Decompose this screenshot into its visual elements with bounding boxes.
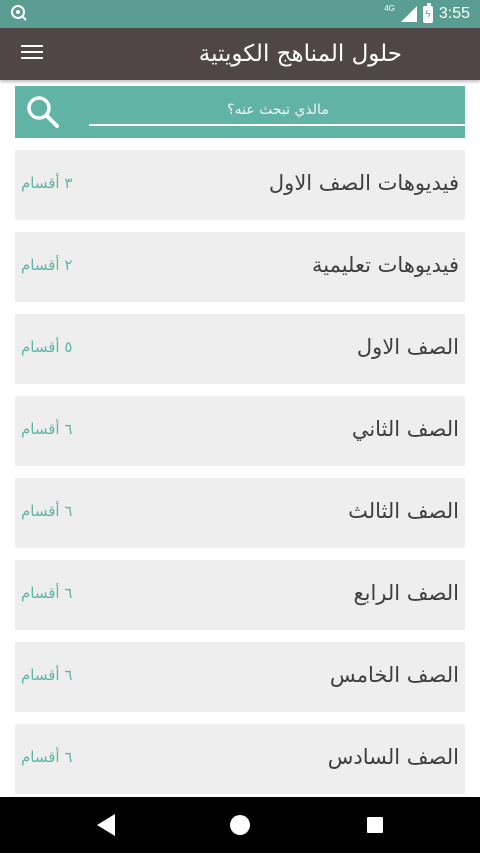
- search-bar: [15, 86, 467, 138]
- app-bar: حلول المناهج الكويتية: [0, 28, 480, 80]
- item-count: ٢ أقسام: [21, 256, 73, 274]
- battery-icon: ϟ: [422, 2, 433, 23]
- item-title: فيديوهات الصف الاول: [268, 171, 459, 195]
- item-count: ٦ أقسام: [21, 420, 73, 438]
- back-icon[interactable]: [95, 813, 117, 837]
- menu-button[interactable]: [18, 41, 46, 67]
- page-title: حلول المناهج الكويتية: [198, 41, 402, 67]
- item-title: الصف الاول: [356, 335, 459, 359]
- signal-icon: [400, 6, 417, 22]
- item-count: ٦ أقسام: [21, 666, 73, 684]
- home-icon[interactable]: [230, 815, 250, 835]
- list-item-grade-2[interactable]: الصف الثاني ٦ أقسام: [15, 396, 465, 466]
- item-title: الصف الخامس: [329, 663, 459, 687]
- list-item-grade-5[interactable]: الصف الخامس ٦ أقسام: [15, 642, 465, 712]
- item-count: ٦ أقسام: [21, 584, 73, 602]
- item-count: ٦ أقسام: [21, 502, 73, 520]
- recent-apps-icon[interactable]: [367, 817, 383, 833]
- search-icon[interactable]: [26, 95, 60, 129]
- network-type: 4G: [384, 3, 395, 13]
- notification-icon: [10, 4, 28, 26]
- item-title: الصف السادس: [327, 745, 459, 769]
- list-item-first-grade-videos[interactable]: فيديوهات الصف الاول ٣ أقسام: [15, 150, 465, 220]
- list-item-grade-4[interactable]: الصف الرابع ٦ أقسام: [15, 560, 465, 630]
- item-count: ٥ أقسام: [21, 338, 73, 356]
- list-item-educational-videos[interactable]: فيديوهات تعليمية ٢ أقسام: [15, 232, 465, 302]
- item-title: الصف الثاني: [351, 417, 459, 441]
- list-item-grade-6[interactable]: الصف السادس ٦ أقسام: [15, 724, 465, 794]
- item-count: ٣ أقسام: [21, 174, 73, 192]
- navigation-bar: [0, 797, 480, 853]
- status-bar: 4G ϟ 3:55: [0, 0, 480, 28]
- item-title: فيديوهات تعليمية: [311, 253, 459, 277]
- list-item-grade-3[interactable]: الصف الثالث ٦ أقسام: [15, 478, 465, 548]
- list-item-grade-1[interactable]: الصف الاول ٥ أقسام: [15, 314, 465, 384]
- item-title: الصف الرابع: [353, 581, 459, 605]
- item-count: ٦ أقسام: [21, 748, 73, 766]
- item-title: الصف الثالث: [348, 499, 459, 523]
- status-time: 3:55: [438, 5, 470, 22]
- search-input[interactable]: [89, 96, 467, 126]
- hamburger-icon: [21, 45, 43, 47]
